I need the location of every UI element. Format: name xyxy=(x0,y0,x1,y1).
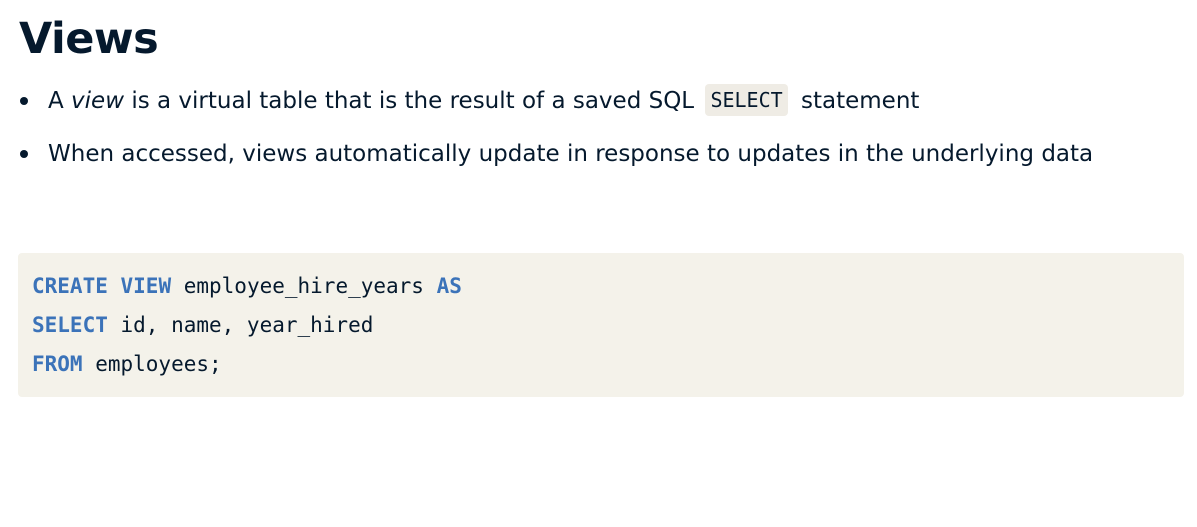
bullet-dot-icon xyxy=(20,150,28,158)
bullet-text-prefix: A xyxy=(48,88,72,114)
bullet-text: When accessed, views automatically updat… xyxy=(48,141,1094,167)
code-line-2: SELECT id, name, year_hired xyxy=(32,306,1184,345)
bullet-dot-icon xyxy=(20,97,28,105)
code-line-1: CREATE VIEW employee_hire_years AS xyxy=(32,267,1184,306)
view-term: view xyxy=(71,88,125,114)
keyword-as: AS xyxy=(436,274,462,298)
bullet-text-middle: is a virtual table that is the result of… xyxy=(124,88,702,114)
keyword-from: FROM xyxy=(32,352,83,376)
bullet-item-auto-update: When accessed, views automatically updat… xyxy=(0,130,1197,180)
select-columns-text: id, name, year_hired xyxy=(107,313,374,337)
bullet-item-view-definition: A view is a virtual table that is the re… xyxy=(0,77,1197,127)
keyword-create: CREATE xyxy=(32,274,108,298)
bullet-text-suffix: statement xyxy=(793,88,920,114)
select-inline-code: SELECT xyxy=(705,84,788,116)
sql-code-block: CREATE VIEW employee_hire_years AS SELEC… xyxy=(18,253,1184,397)
keyword-view: VIEW xyxy=(120,274,172,298)
keyword-select: SELECT xyxy=(32,313,108,337)
code-line-3: FROM employees; xyxy=(32,345,1184,384)
from-table-text: employees; xyxy=(82,352,222,376)
page-title: Views xyxy=(19,14,159,64)
bullet-list: A view is a virtual table that is the re… xyxy=(0,77,1197,183)
view-name-text: employee_hire_years xyxy=(171,274,437,298)
